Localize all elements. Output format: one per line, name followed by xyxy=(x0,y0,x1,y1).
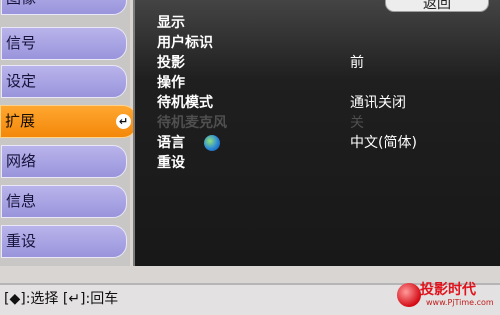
logo-emblem-icon xyxy=(397,283,421,307)
watermark-name: 投影时代 xyxy=(420,282,476,298)
key-help-text: [◆]:选择 [↵]:回车 xyxy=(4,291,119,307)
menu-row-projection[interactable]: 投影 前 xyxy=(157,54,487,73)
nav-item-extended[interactable]: 扩展 ↵ xyxy=(0,105,137,138)
globe-icon xyxy=(204,135,220,151)
menu-row-reset[interactable]: 重设 xyxy=(157,154,487,173)
watermark-logo: 投影时代 www.PjTime.com xyxy=(393,280,498,313)
nav-item-info[interactable]: 信息 xyxy=(1,185,127,218)
menu-row-operation[interactable]: 操作 xyxy=(157,74,487,93)
row-label: 重设 xyxy=(157,155,185,171)
row-value: 通讯关闭 xyxy=(350,95,406,111)
menu-row-standby-mic: 待机麦克风 关 xyxy=(157,114,487,133)
row-value: 前 xyxy=(350,55,364,71)
nav-item-label: 信号 xyxy=(6,34,37,52)
nav-item-reset[interactable]: 重设 xyxy=(1,225,127,258)
nav-item-signal[interactable]: 信号 xyxy=(1,27,127,60)
watermark-site: www.PjTime.com xyxy=(426,298,494,307)
menu-row-language[interactable]: 语言 中文(简体) xyxy=(157,134,487,153)
row-label: 操作 xyxy=(157,75,185,91)
nav-item-label: 图像 xyxy=(6,0,36,7)
row-label: 显示 xyxy=(157,15,185,31)
nav-item-label: 信息 xyxy=(6,192,37,210)
extended-settings-panel: 返回 显示 用户标识 投影 前 操作 待机模式 通讯关闭 待机麦克风 关 语言 … xyxy=(133,0,500,266)
row-label: 待机麦克风 xyxy=(157,115,227,131)
category-sidebar: 图像 信号 设定 扩展 ↵ 网络 信息 重设 xyxy=(0,0,137,266)
nav-item-label: 扩展 xyxy=(5,112,36,130)
menu-row-display[interactable]: 显示 xyxy=(157,14,487,33)
back-button[interactable]: 返回 xyxy=(385,0,489,12)
enter-icon: ↵ xyxy=(116,114,131,129)
nav-item-label: 重设 xyxy=(6,232,37,250)
row-label: 投影 xyxy=(157,55,185,71)
nav-item-label: 网络 xyxy=(6,152,37,170)
row-value: 中文(简体) xyxy=(350,135,417,151)
menu-row-user-logo[interactable]: 用户标识 xyxy=(157,34,487,53)
row-value: 关 xyxy=(350,115,364,131)
row-label: 待机模式 xyxy=(157,95,213,111)
row-label: 语言 xyxy=(157,135,185,151)
nav-item-network[interactable]: 网络 xyxy=(1,145,127,178)
nav-item-label: 设定 xyxy=(6,72,37,90)
menu-row-standby-mode[interactable]: 待机模式 通讯关闭 xyxy=(157,94,487,113)
nav-item-settings[interactable]: 设定 xyxy=(1,65,127,98)
row-label: 用户标识 xyxy=(157,35,213,51)
nav-item-image[interactable]: 图像 xyxy=(1,0,127,15)
